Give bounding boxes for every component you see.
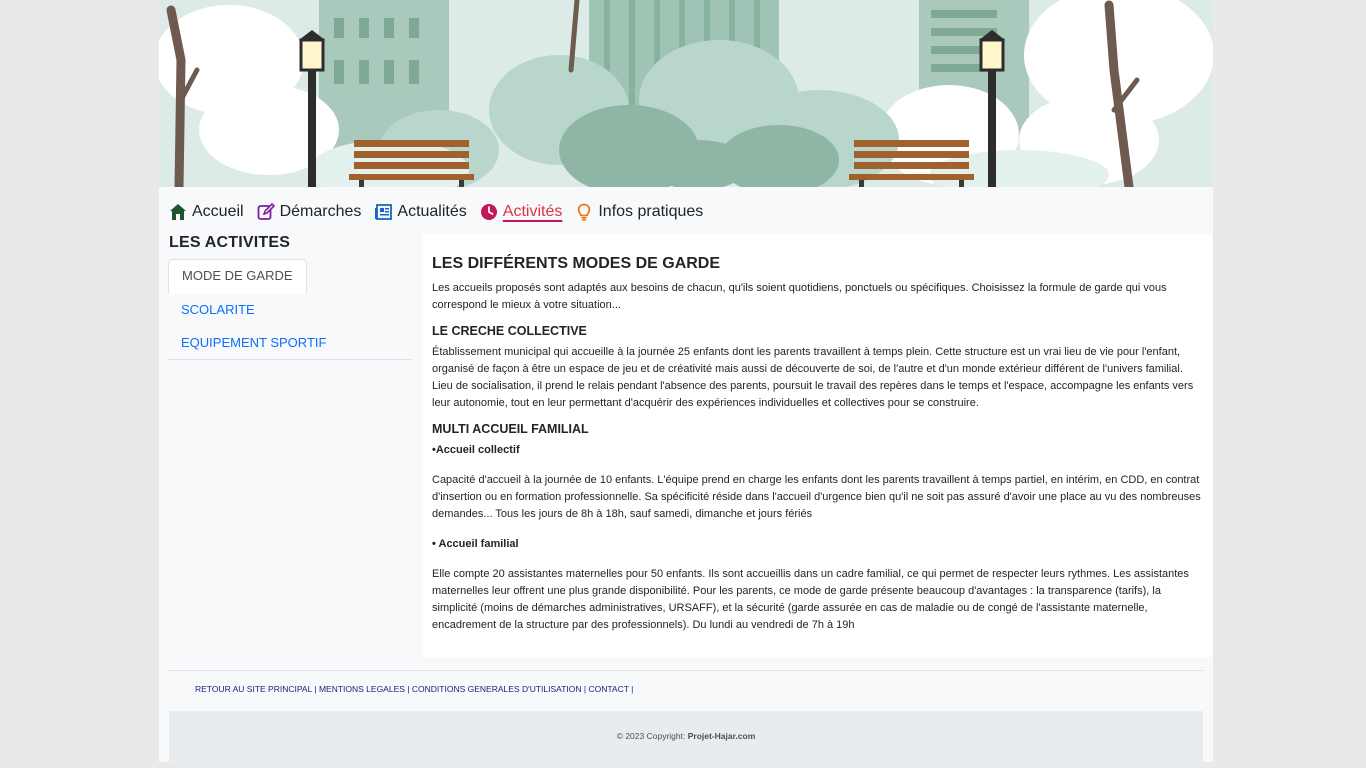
section-title-creche: LE CRECHE COLLECTIVE bbox=[432, 324, 587, 338]
nav-item-actualites[interactable]: Actualités bbox=[374, 203, 467, 221]
sidebar-item-equipement-sportif[interactable]: EQUIPEMENT SPORTIF bbox=[168, 326, 339, 359]
footer-links: RETOUR AU SITE PRINCIPAL | MENTIONS LEGA… bbox=[195, 684, 633, 694]
clock-icon bbox=[480, 203, 498, 221]
sidebar-item-mode-de-garde[interactable]: MODE DE GARDE bbox=[168, 259, 307, 294]
home-icon bbox=[169, 203, 187, 221]
footer-link-retour[interactable]: RETOUR AU SITE PRINCIPAL bbox=[195, 684, 312, 694]
section-title-multi-accueil: MULTI ACCUEIL FAMILIAL bbox=[432, 422, 589, 436]
footer-link-conditions[interactable]: CONDITIONS GENERALES D'UTILISATION bbox=[412, 684, 582, 694]
nav-item-demarches[interactable]: Démarches bbox=[257, 202, 362, 221]
sidebar-title: LES ACTIVITES bbox=[169, 234, 291, 251]
footer-divider bbox=[169, 670, 1203, 671]
section-text-creche: Établissement municipal qui accueille à … bbox=[432, 346, 1194, 409]
footer-link-mentions[interactable]: MENTIONS LEGALES bbox=[319, 684, 405, 694]
main-content: LES DIFFÉRENTS MODES DE GARDE Les accuei… bbox=[423, 234, 1213, 657]
copyright-prefix: © 2023 Copyright: bbox=[616, 731, 686, 741]
nav-item-infos-pratiques[interactable]: Infos pratiques bbox=[575, 203, 703, 221]
nav-label: Infos pratiques bbox=[598, 203, 704, 220]
footer-separator: | bbox=[407, 684, 410, 694]
lightbulb-icon bbox=[575, 203, 593, 221]
copyright-site-link[interactable]: Projet-Hajar.com bbox=[688, 731, 756, 741]
nav-label: Actualités bbox=[397, 203, 467, 220]
copyright-bar: © 2023 Copyright: Projet-Hajar.com bbox=[169, 711, 1203, 762]
subsection-text-accueil-familial: Elle compte 20 assistantes maternelles p… bbox=[432, 568, 1189, 631]
nav-label: Démarches bbox=[279, 203, 362, 220]
subsection-title-accueil-collectif: •Accueil collectif bbox=[432, 444, 520, 456]
footer-separator: | bbox=[631, 684, 634, 694]
sidebar-item-scolarite[interactable]: SCOLARITE bbox=[168, 293, 268, 326]
footer-separator: | bbox=[583, 684, 587, 694]
nav-label: Activités bbox=[502, 203, 563, 220]
page: Accueil Démarches Actualités Activités I… bbox=[159, 0, 1213, 762]
newspaper-icon bbox=[374, 203, 393, 221]
nav-item-activites[interactable]: Activités bbox=[480, 203, 563, 221]
subsection-text-accueil-collectif: Capacité d'accueil à la journée de 10 en… bbox=[432, 474, 1201, 520]
edit-icon bbox=[257, 202, 275, 221]
nav-item-accueil[interactable]: Accueil bbox=[169, 203, 244, 221]
content-title: LES DIFFÉRENTS MODES DE GARDE bbox=[432, 255, 721, 272]
copyright-text: © 2023 Copyright: Projet-Hajar.com bbox=[169, 731, 1203, 741]
header-banner-image bbox=[159, 0, 1213, 187]
nav-label: Accueil bbox=[192, 203, 244, 220]
footer-separator: | bbox=[314, 684, 317, 694]
intro-text: Les accueils proposés sont adaptés aux b… bbox=[432, 282, 1167, 311]
sidebar-tabs: MODE DE GARDE SCOLARITE EQUIPEMENT SPORT… bbox=[168, 259, 412, 360]
subsection-title-accueil-familial: • Accueil familial bbox=[432, 538, 519, 550]
main-nav: Accueil Démarches Actualités Activités I… bbox=[169, 199, 716, 225]
footer-link-contact[interactable]: CONTACT bbox=[588, 684, 628, 694]
